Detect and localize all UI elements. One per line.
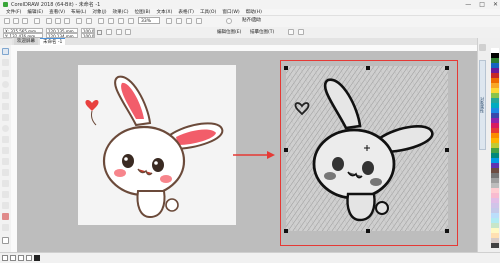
selection-handle-top-center[interactable]: [366, 66, 370, 70]
options-gear-icon[interactable]: [226, 18, 232, 24]
menu-text[interactable]: 文本(X): [156, 9, 172, 15]
show-rulers-icon[interactable]: [176, 18, 182, 24]
shape-tool-icon[interactable]: [2, 59, 9, 66]
transparency-tool-icon[interactable]: [2, 191, 9, 198]
heart-icon: [85, 100, 99, 111]
selection-handle-bottom-right[interactable]: [445, 229, 449, 233]
show-grid-icon[interactable]: [186, 18, 192, 24]
menu-window[interactable]: 窗口(W): [222, 9, 239, 15]
menu-bitmaps[interactable]: 位图(B): [135, 9, 151, 15]
add-tool-icon[interactable]: [2, 237, 9, 244]
rotation-icon[interactable]: [106, 29, 112, 35]
crop-tool-icon[interactable]: [2, 70, 9, 77]
full-screen-icon[interactable]: [166, 18, 172, 24]
maximize-button[interactable]: □: [479, 1, 485, 8]
text-tool-icon[interactable]: [2, 147, 9, 154]
selection-handle-bottom-center[interactable]: [366, 229, 370, 233]
selection-handle-bottom-left[interactable]: [284, 229, 288, 233]
pick-tool-icon[interactable]: [2, 48, 9, 55]
rectangle-tool-icon[interactable]: [2, 114, 9, 121]
selection-center-mark: [364, 145, 370, 151]
page-last-icon[interactable]: [26, 255, 32, 261]
undo-icon[interactable]: [76, 18, 82, 24]
cut-icon[interactable]: [46, 18, 52, 24]
artistic-media-tool-icon[interactable]: [2, 103, 9, 110]
original-bunny-image[interactable]: [78, 65, 236, 225]
selection-bounding-box[interactable]: [280, 60, 458, 246]
selection-handle-top-left[interactable]: [284, 66, 288, 70]
selection-handle-middle-left[interactable]: [284, 148, 288, 152]
export-icon[interactable]: [118, 18, 124, 24]
menu-effects[interactable]: 效果(C): [113, 9, 129, 15]
search-content-icon[interactable]: [98, 18, 104, 24]
open-icon[interactable]: [13, 18, 19, 24]
smart-fill-tool-icon[interactable]: [2, 224, 9, 231]
save-icon[interactable]: [22, 18, 28, 24]
page-next-icon[interactable]: [18, 255, 24, 261]
publish-pdf-icon[interactable]: [128, 18, 134, 24]
polygon-tool-icon[interactable]: [2, 136, 9, 143]
dimension-tool-icon[interactable]: [2, 158, 9, 165]
palette-swatch[interactable]: [491, 243, 499, 248]
drop-shadow-tool-icon[interactable]: [2, 180, 9, 187]
menu-table[interactable]: 表格(T): [178, 9, 194, 15]
copy-icon[interactable]: [55, 18, 61, 24]
edit-bitmap-button[interactable]: 编辑位图(E): [217, 29, 241, 36]
selection-handle-middle-right[interactable]: [445, 148, 449, 152]
redo-icon[interactable]: [86, 18, 92, 24]
trace-bitmap-button[interactable]: 描摹位图(T): [250, 29, 274, 36]
ellipse-tool-icon[interactable]: [2, 125, 9, 132]
import-icon[interactable]: [108, 18, 114, 24]
selection-handle-top-right[interactable]: [445, 66, 449, 70]
color-palette: [491, 48, 499, 248]
tab-welcome-screen[interactable]: 欢迎屏幕: [14, 38, 38, 45]
freehand-tool-icon[interactable]: [2, 92, 9, 99]
menu-help[interactable]: 帮助(H): [246, 9, 262, 15]
new-document-icon[interactable]: [4, 18, 10, 24]
close-button[interactable]: ✕: [493, 1, 498, 8]
zoom-level-select[interactable]: 33%: [138, 17, 160, 24]
eyedropper-tool-icon[interactable]: [2, 202, 9, 209]
menu-object[interactable]: 对象(J): [92, 9, 106, 15]
menu-layout[interactable]: 布局(L): [71, 9, 86, 15]
page-prev-icon[interactable]: [10, 255, 16, 261]
zoom-tool-icon[interactable]: [2, 81, 9, 88]
print-icon[interactable]: [34, 18, 40, 24]
lock-ratio-icon[interactable]: [97, 30, 102, 35]
show-guidelines-icon[interactable]: [196, 18, 202, 24]
status-bar: [0, 252, 500, 263]
document-tab-strip: [12, 38, 482, 45]
mirror-vertical-icon[interactable]: [125, 29, 131, 35]
arrow-right-icon: [233, 151, 275, 159]
docker-tab-object-properties[interactable]: 对象属性: [479, 60, 486, 150]
menu-tools[interactable]: 工具(O): [200, 9, 216, 15]
app-logo-icon: [3, 2, 8, 7]
page-first-icon[interactable]: [2, 255, 8, 261]
window-controls: — □ ✕: [465, 0, 498, 9]
bunny-illustration: [85, 75, 224, 219]
minimize-button[interactable]: —: [465, 1, 471, 8]
menu-edit[interactable]: 编辑(E): [27, 9, 43, 15]
launch-button[interactable]: 启动: [252, 17, 261, 24]
menu-view[interactable]: 查看(V): [49, 9, 65, 15]
interactive-fill-tool-icon[interactable]: [2, 213, 9, 220]
bitmap-color-mask-icon[interactable]: [288, 29, 294, 35]
connector-tool-icon[interactable]: [2, 169, 9, 176]
resample-icon[interactable]: [298, 29, 304, 35]
paste-icon[interactable]: [64, 18, 70, 24]
menu-file[interactable]: 文件(F): [6, 9, 21, 15]
docker-expand-icon[interactable]: [479, 44, 486, 51]
menu-bar: 文件(F) 编辑(E) 查看(V) 布局(L) 对象(J) 效果(C) 位图(B…: [0, 9, 500, 16]
window-title: CorelDRAW 2018 (64-Bit) - 未命名 -1: [11, 2, 101, 8]
mirror-horizontal-icon[interactable]: [116, 29, 122, 35]
fill-color-indicator[interactable]: [34, 255, 40, 261]
